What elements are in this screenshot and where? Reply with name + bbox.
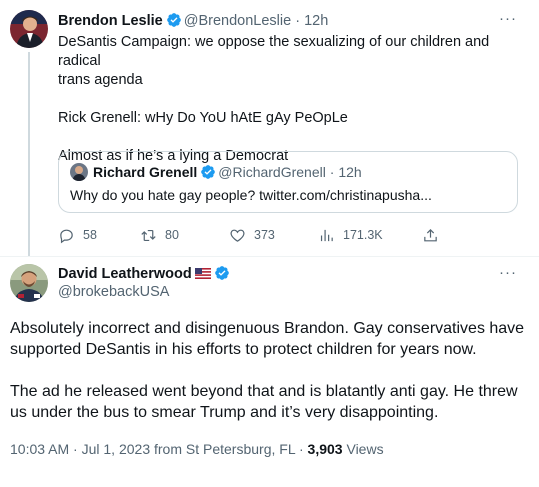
avatar-richard-grenell xyxy=(70,163,88,181)
verified-badge-icon xyxy=(166,13,181,27)
views-count: 3,903 xyxy=(307,441,343,457)
tweet2-text: Absolutely incorrect and disingenuous Br… xyxy=(10,318,532,423)
avatar-david-leatherwood[interactable] xyxy=(10,264,48,302)
tweet-brendon-leslie[interactable]: Brendon Leslie @BrendonLeslie · 12h ··· D… xyxy=(0,0,539,256)
quoted-tweet-text: Why do you hate gay people? twitter.com/… xyxy=(70,187,432,203)
tweet-divider xyxy=(0,256,539,257)
tweet-location: from St Petersburg, FL xyxy=(154,441,296,457)
tweet2-metadata: 10:03 AM · Jul 1, 2023 from St Petersbur… xyxy=(10,441,384,457)
tweet-text-line: supported DeSantis in his efforts to pro… xyxy=(10,341,477,358)
tweet1-action-bar: 58 80 373 171.3K xyxy=(58,226,448,246)
thread-connector-line xyxy=(28,52,30,256)
verified-badge-icon xyxy=(214,266,229,280)
tweet-text-line: DeSantis Campaign: we oppose the sexuali… xyxy=(58,34,490,69)
like-button[interactable]: 373 xyxy=(229,226,275,244)
quoted-tweet-header: Richard Grenell @RichardGrenell · 12h xyxy=(93,164,362,180)
reply-count: 58 xyxy=(83,228,97,242)
author-name[interactable]: David Leatherwood xyxy=(58,266,192,282)
retweet-icon xyxy=(141,229,156,241)
reply-button[interactable]: 58 xyxy=(58,226,97,244)
retweet-button[interactable]: 80 xyxy=(140,226,179,244)
tweet-date[interactable]: Jul 1, 2023 xyxy=(82,441,151,457)
like-count: 373 xyxy=(254,228,275,242)
avatar-brendon-leslie[interactable] xyxy=(10,10,48,48)
views-count: 171.3K xyxy=(343,228,383,242)
views-label: Views xyxy=(346,441,384,457)
more-options-icon[interactable]: ··· xyxy=(499,264,517,281)
quoted-tweet-card[interactable]: Richard Grenell @RichardGrenell · 12h Why… xyxy=(58,151,518,213)
quoted-author-name: Richard Grenell xyxy=(93,164,198,180)
author-handle[interactable]: @brokebackUSA xyxy=(58,284,169,300)
tweet-timestamp[interactable]: 10:03 AM xyxy=(10,441,69,457)
tweet-text-line: The ad he released went beyond that and … xyxy=(10,383,518,400)
quoted-author-handle: @RichardGrenell xyxy=(218,164,326,180)
tweet-text-line: us under the bus to smear Trump and it’s… xyxy=(10,404,439,421)
tweet-text-line: Rick Grenell: wHy Do YoU hAtE gAy PeOpLe xyxy=(58,110,348,126)
separator-dot: · xyxy=(298,441,304,457)
tweet-text-line: trans agenda xyxy=(58,72,143,88)
separator-dot: · xyxy=(295,13,301,29)
retweet-count: 80 xyxy=(165,228,179,242)
heart-icon xyxy=(230,229,245,242)
author-handle[interactable]: @BrendonLeslie xyxy=(184,13,291,29)
views-button[interactable]: 171.3K xyxy=(318,226,383,244)
quoted-tweet-time: 12h xyxy=(338,164,362,180)
share-icon xyxy=(424,228,437,241)
author-name[interactable]: Brendon Leslie xyxy=(58,13,163,29)
separator-dot: · xyxy=(329,164,335,180)
us-flag-icon xyxy=(194,268,211,279)
tweet1-text: DeSantis Campaign: we oppose the sexuali… xyxy=(58,33,528,166)
tweet-text-line: Absolutely incorrect and disingenuous Br… xyxy=(10,320,525,337)
verified-badge-icon xyxy=(201,165,216,179)
reply-icon xyxy=(60,229,73,243)
separator-dot: · xyxy=(73,441,78,457)
tweet-time[interactable]: 12h xyxy=(304,13,328,29)
more-options-icon[interactable]: ··· xyxy=(499,10,517,27)
tweet1-header: Brendon Leslie @BrendonLeslie · 12h xyxy=(58,12,328,29)
share-button[interactable] xyxy=(422,226,439,244)
analytics-icon xyxy=(320,229,333,241)
tweet2-header: David Leatherwood xyxy=(58,265,232,282)
